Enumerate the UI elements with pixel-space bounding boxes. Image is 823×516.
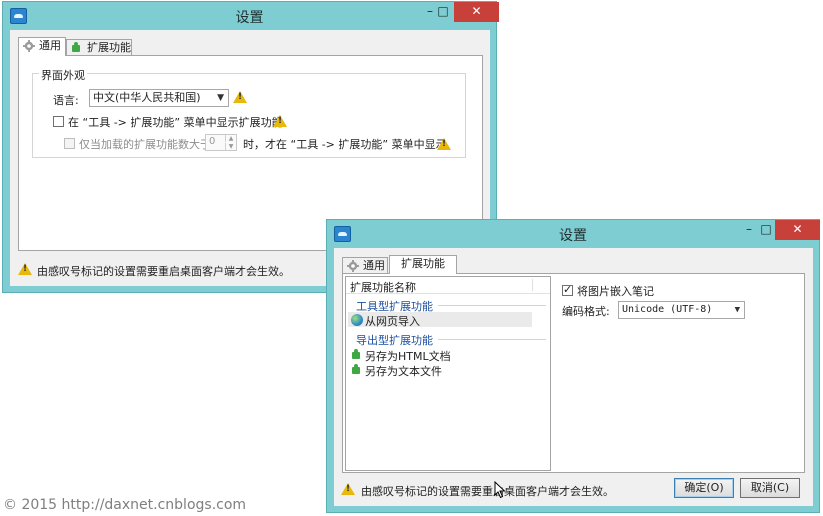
ok-button[interactable]: 确定(O)	[674, 478, 734, 498]
language-select[interactable]: 中文(中华人民共和国) ▼	[89, 89, 229, 107]
tab-label: 通用	[39, 39, 61, 52]
settings-window-front: 设置 – □ ✕ 通用 扩展功能 扩展功能名称 工具型扩展功能 从网页导入 导出…	[326, 219, 820, 513]
tab-extensions[interactable]: 扩展功能	[66, 39, 132, 56]
warning-icon	[18, 263, 32, 275]
group-divider	[438, 339, 546, 340]
encoding-label: 编码格式:	[562, 305, 610, 318]
language-label: 语言:	[53, 94, 79, 107]
warning-icon	[273, 115, 287, 127]
tab-extensions[interactable]: 扩展功能	[389, 255, 457, 274]
only-when-checkbox[interactable]	[64, 138, 75, 149]
group-title: 界面外观	[39, 67, 87, 83]
list-item-save-html[interactable]: 另存为HTML文档	[348, 347, 532, 363]
title-bar[interactable]: 设置 – □ ✕	[3, 2, 499, 30]
tab-general[interactable]: 通用	[18, 37, 66, 56]
watermark: © 2015 http://daxnet.cnblogs.com	[3, 497, 247, 513]
chevron-down-icon: ▼	[734, 305, 740, 315]
extensions-list[interactable]: 扩展功能名称 工具型扩展功能 从网页导入 导出型扩展功能 另存为HTML文档 另…	[345, 276, 551, 471]
gear-icon	[23, 40, 35, 56]
show-extensions-checkbox[interactable]	[53, 116, 64, 127]
show-extensions-label: 在 “工具 -> 扩展功能” 菜单中显示扩展功能	[68, 116, 283, 129]
list-item-label: 从网页导入	[365, 315, 420, 328]
puzzle-icon	[351, 349, 362, 360]
spin-up-icon[interactable]: ▲	[225, 135, 236, 142]
tab-general[interactable]: 通用	[342, 257, 388, 274]
close-button[interactable]: ✕	[454, 2, 499, 22]
list-item-label: 另存为文本文件	[365, 365, 442, 378]
warning-icon	[341, 483, 355, 495]
tab-panel: 扩展功能名称 工具型扩展功能 从网页导入 导出型扩展功能 另存为HTML文档 另…	[342, 273, 805, 473]
cancel-button[interactable]: 取消(C)	[740, 478, 800, 498]
warning-icon	[233, 91, 247, 103]
group-divider	[438, 305, 546, 306]
group-title-export: 导出型扩展功能	[356, 334, 433, 347]
maximize-button[interactable]: □	[430, 2, 456, 22]
list-item-save-text[interactable]: 另存为文本文件	[348, 362, 532, 378]
list-item-import-web[interactable]: 从网页导入	[348, 312, 532, 328]
tab-label: 通用	[363, 259, 385, 272]
list-header: 扩展功能名称	[346, 277, 550, 294]
embed-images-label: 将图片嵌入笔记	[577, 285, 654, 298]
mouse-cursor-icon	[494, 481, 506, 499]
puzzle-icon	[351, 364, 362, 375]
close-button[interactable]: ✕	[775, 220, 820, 240]
client-area: 通用 扩展功能 扩展功能名称 工具型扩展功能 从网页导入 导出型扩展功能 另存为…	[334, 248, 813, 506]
only-when-label: 仅当加载的扩展功能数大于	[79, 138, 211, 151]
globe-icon	[351, 314, 363, 326]
header-divider	[532, 279, 533, 291]
warning-icon	[437, 138, 451, 150]
spin-down-icon[interactable]: ▼	[225, 143, 236, 150]
column-header: 扩展功能名称	[350, 281, 416, 294]
tab-label: 扩展功能	[401, 257, 445, 270]
footer-note: 由感叹号标记的设置需要重启桌面客户端才会生效。	[37, 265, 290, 278]
footer-note: 由感叹号标记的设置需要重启桌面客户端才会生效。	[361, 485, 614, 498]
only-when-suffix: 时，才在 “工具 -> 扩展功能” 菜单中显示	[243, 138, 447, 151]
title-bar[interactable]: 设置 – □ ✕	[327, 220, 820, 248]
embed-images-checkbox[interactable]	[562, 283, 573, 296]
tab-label: 扩展功能	[87, 41, 131, 54]
encoding-select[interactable]: Unicode (UTF-8) ▼	[618, 301, 745, 319]
puzzle-icon	[71, 42, 83, 54]
chevron-down-icon: ▼	[217, 93, 224, 103]
threshold-stepper[interactable]: 0 ▲ ▼	[205, 134, 237, 151]
